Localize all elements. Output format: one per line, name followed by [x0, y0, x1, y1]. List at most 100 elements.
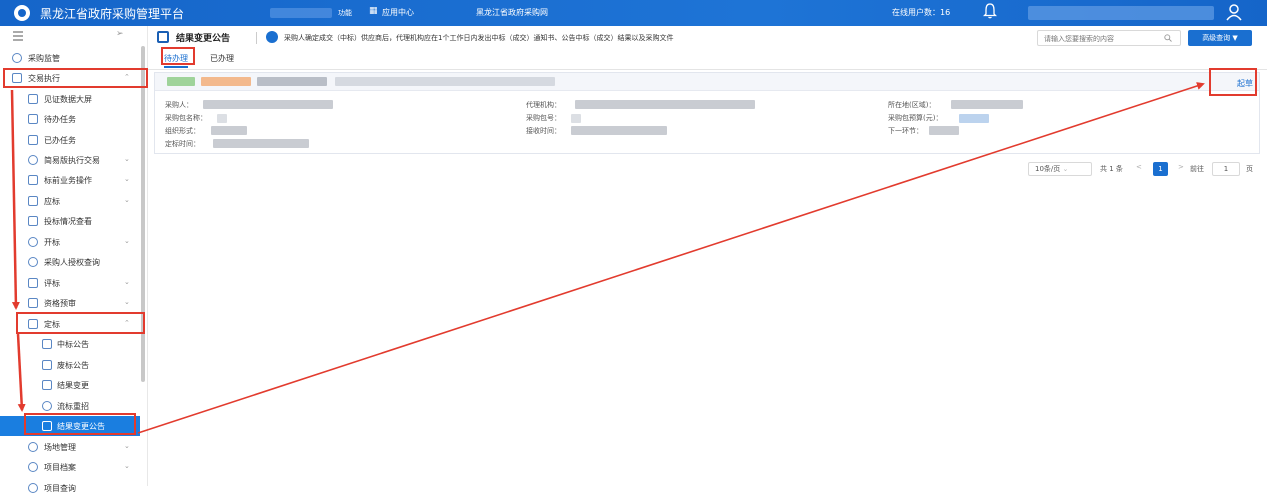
notice-icon — [42, 339, 52, 349]
sidebar-item-label: 评标 — [44, 279, 60, 288]
menu-collapse-icon[interactable] — [12, 30, 24, 42]
blurred-tag — [201, 77, 251, 86]
sidebar-item-label: 标前业务操作 — [44, 176, 92, 185]
sidebar-item-label: 采购监管 — [28, 54, 60, 63]
blurred-tag — [167, 77, 195, 86]
sidebar-item-evaluation[interactable]: 评标 ⌄ — [0, 273, 140, 293]
chevron-down-icon: ⌄ — [124, 196, 130, 204]
task-icon — [28, 114, 38, 124]
page-icon — [157, 31, 169, 43]
sidebar-item-result-change[interactable]: 结果变更 — [0, 375, 140, 395]
venue-icon — [28, 442, 38, 452]
sidebar-item-bid-response[interactable]: 应标 ⌄ — [0, 191, 140, 211]
blurred-value — [213, 139, 309, 148]
field-agency-label: 代理机构： — [526, 101, 561, 109]
sidebar-item-bid-opening[interactable]: 开标 ⌄ — [0, 232, 140, 252]
sidebar-item-label: 场地管理 — [44, 443, 76, 452]
pagination: 10条/页 ⌄ 共 1 条 < 1 > 前往 1 页 — [1024, 160, 1264, 178]
blurred-value — [571, 126, 667, 135]
sidebar-item-done-tasks[interactable]: 已办任务 — [0, 130, 140, 150]
sidebar-item-label: 简易版执行交易 — [44, 156, 100, 165]
blurred-value — [571, 114, 581, 123]
blurred-value — [575, 100, 755, 109]
app-title: 黑龙江省政府采购管理平台 — [40, 7, 185, 21]
blurred-value — [211, 126, 247, 135]
sidebar-item-pre-bid-operations[interactable]: 标前业务操作 ⌄ — [0, 170, 140, 190]
search-input[interactable] — [1044, 33, 1154, 44]
blurred-value — [929, 126, 959, 135]
sidebar-item-todo-tasks[interactable]: 待办任务 — [0, 109, 140, 129]
sidebar-item-label: 应标 — [44, 197, 60, 206]
task-done-icon — [28, 135, 38, 145]
sidebar-item-label: 已办任务 — [44, 136, 76, 145]
chevron-down-icon: ⌄ — [1062, 165, 1069, 173]
sidebar-item-simple-execution[interactable]: 简易版执行交易 ⌄ — [0, 150, 140, 170]
simple-icon — [28, 155, 38, 165]
screen-icon — [28, 94, 38, 104]
highlight-box-draft — [1209, 68, 1257, 96]
notice-text: 采购人确定成交（中标）供应商后，代理机构应在1个工作日内发出中标（成交）通知书、… — [284, 34, 674, 42]
sidebar-item-void-notice[interactable]: 废标公告 — [0, 355, 140, 375]
field-package-name-label: 采购包名称： — [165, 114, 207, 122]
highlight-box-award — [16, 312, 145, 334]
chevron-down-icon: ⌄ — [124, 155, 130, 163]
highlight-box-transaction — [3, 68, 148, 88]
task-card[interactable]: 起草 采购人： 代理机构： 所在地(区域)： 采购包名称： 采购包号： 采购包预… — [154, 72, 1260, 154]
chevron-down-icon: ⌄ — [124, 278, 130, 286]
search-icon[interactable] — [1164, 34, 1172, 42]
sidebar-item-label: 废标公告 — [57, 361, 89, 370]
field-next-step-label: 下一环节： — [888, 127, 923, 135]
sidebar-item-label: 结果变更 — [57, 381, 89, 390]
sidebar-item-label: 采购人授权查询 — [44, 258, 100, 267]
page-unit-label: 页 — [1246, 165, 1253, 173]
advanced-search-button[interactable]: 高级查询 ▼ — [1188, 30, 1252, 46]
menu-small-text[interactable]: 功能 — [338, 8, 352, 18]
blurred-menu-text — [270, 8, 332, 18]
blurred-value — [951, 100, 1023, 109]
page-number[interactable]: 1 — [1153, 162, 1168, 176]
blurred-value — [217, 114, 227, 123]
page-title: 结果变更公告 — [176, 34, 231, 44]
sidebar-item-bid-status[interactable]: 投标情况查看 — [0, 211, 140, 231]
next-page-icon[interactable]: > — [1178, 163, 1184, 171]
rebid-icon — [42, 401, 52, 411]
user-icon[interactable] — [1226, 3, 1242, 21]
app-center-link[interactable]: 应用中心 — [382, 7, 414, 18]
main-content: 结果变更公告 采购人确定成交（中标）供应商后，代理机构应在1个工作日内发出中标（… — [148, 26, 1267, 486]
view-icon — [28, 216, 38, 226]
sidebar-item-project-query[interactable]: 项目查询 — [0, 478, 140, 498]
sidebar-item-award-notice[interactable]: 中标公告 — [0, 334, 140, 354]
goto-page-input[interactable]: 1 — [1212, 162, 1240, 176]
page-header: 结果变更公告 采购人确定成交（中标）供应商后，代理机构应在1个工作日内发出中标（… — [148, 26, 1267, 50]
auth-icon — [28, 257, 38, 267]
bid-icon — [28, 196, 38, 206]
bell-icon[interactable] — [983, 3, 997, 19]
blurred-value — [959, 114, 989, 123]
blurred-title — [335, 77, 555, 86]
page-size-select[interactable]: 10条/页 ⌄ — [1028, 162, 1092, 176]
sidebar-item-prequalification[interactable]: 资格预审 ⌄ — [0, 293, 140, 313]
platform-logo-icon — [14, 5, 30, 21]
query-icon — [28, 483, 38, 493]
app-center-icon[interactable]: ▦ — [369, 6, 378, 16]
sidebar-item-label: 流标重招 — [57, 402, 89, 411]
blurred-value — [203, 100, 333, 109]
pin-icon[interactable]: ➢ — [116, 29, 124, 39]
sidebar-item-witness-data-screen[interactable]: 见证数据大屏 — [0, 89, 140, 109]
page-size-value: 10条/页 — [1035, 165, 1061, 173]
opening-icon — [28, 237, 38, 247]
sidebar-item-label: 开标 — [44, 238, 60, 247]
blurred-user-info — [1028, 6, 1214, 20]
tab-handled[interactable]: 已办理 — [210, 53, 234, 64]
advanced-search-label: 高级查询 — [1202, 34, 1231, 42]
top-bar: 黑龙江省政府采购管理平台 功能 ▦ 应用中心 黑龙江省政府采购网 在线用户数：1… — [0, 0, 1267, 26]
evaluation-icon — [28, 278, 38, 288]
sidebar-item-purchaser-auth[interactable]: 采购人授权查询 — [0, 252, 140, 272]
search-box[interactable] — [1037, 30, 1181, 46]
sidebar-item-procurement-supervision[interactable]: 采购监管 — [0, 48, 140, 68]
site-link[interactable]: 黑龙江省政府采购网 — [476, 7, 548, 18]
highlight-box-pending-tab — [161, 47, 195, 65]
sidebar-item-venue-management[interactable]: 场地管理 ⌄ — [0, 437, 140, 457]
prev-page-icon[interactable]: < — [1136, 163, 1142, 171]
sidebar-item-project-archive[interactable]: 项目档案 ⌄ — [0, 457, 140, 477]
